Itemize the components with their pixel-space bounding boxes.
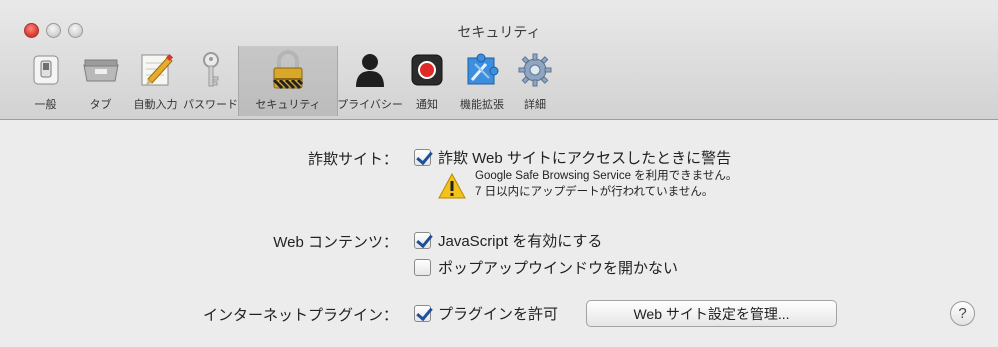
- tab-tabs-label: タブ: [89, 99, 112, 111]
- fraud-sites-label: 詐欺サイト：: [307, 151, 398, 168]
- preferences-toolbar: 一般 タブ 自動入力 パスワード セキュリティ プライバシー 通知 機能拡張 詳…: [18, 46, 558, 118]
- warning-triangle-icon: [438, 172, 466, 199]
- tab-security[interactable]: セキュリティ: [238, 46, 338, 116]
- safe-browsing-warning-line2: 7 日以内にアップデートが行われていません。: [475, 186, 714, 198]
- tab-extensions-label: 機能拡張: [460, 99, 504, 111]
- allow-plugins-checkbox[interactable]: [414, 305, 431, 322]
- tabs-icon: [81, 50, 121, 90]
- tab-autofill-label: 自動入力: [133, 99, 178, 111]
- gear-icon: [515, 50, 555, 90]
- block-popups-checkbox[interactable]: [414, 259, 431, 276]
- block-popups-option[interactable]: ポップアップウインドウを開かない: [438, 257, 678, 278]
- manage-website-settings-button[interactable]: Web サイト設定を管理...: [586, 300, 837, 327]
- tab-autofill[interactable]: 自動入力: [128, 46, 183, 116]
- window-title: セキュリティ: [457, 24, 541, 40]
- tab-passwords[interactable]: パスワード: [183, 46, 238, 116]
- help-button[interactable]: ?: [950, 301, 975, 326]
- safe-browsing-warning-line1: Google Safe Browsing Service を利用できません。: [475, 170, 738, 182]
- switch-icon: [26, 50, 66, 90]
- tab-privacy[interactable]: プライバシー: [337, 46, 403, 116]
- preferences-window: セキュリティ 一般 タブ 自動入力 パスワード セキュリティ プライバシー 通知…: [0, 0, 998, 347]
- fraud-warning-checkbox[interactable]: [414, 149, 431, 166]
- javascript-option[interactable]: JavaScript を有効にする: [438, 230, 602, 251]
- tab-passwords-label: パスワード: [183, 99, 238, 111]
- tab-advanced-label: 詳細: [524, 99, 546, 111]
- window-chrome: セキュリティ 一般 タブ 自動入力 パスワード セキュリティ プライバシー 通知…: [0, 0, 998, 120]
- web-content-label: Web コンテンツ：: [273, 234, 398, 251]
- autofill-pencil-icon: [136, 50, 176, 90]
- tab-tabs[interactable]: タブ: [73, 46, 128, 116]
- tab-notifications[interactable]: 通知: [402, 46, 452, 116]
- internet-plugins-label: インターネットプラグイン：: [202, 307, 398, 324]
- allow-plugins-option[interactable]: プラグインを許可: [438, 303, 558, 324]
- tab-extensions[interactable]: 機能拡張: [452, 46, 512, 116]
- tab-notifications-label: 通知: [416, 99, 438, 111]
- padlock-icon: [268, 50, 308, 90]
- tab-general[interactable]: 一般: [18, 46, 73, 116]
- tab-general-label: 一般: [34, 99, 57, 111]
- tab-privacy-label: プライバシー: [337, 99, 403, 111]
- tab-advanced[interactable]: 詳細: [512, 46, 558, 116]
- security-pane: 詐欺サイト： 詐欺 Web サイトにアクセスしたときに警告 Google Saf…: [0, 121, 998, 347]
- title-bar: セキュリティ: [0, 0, 998, 44]
- key-icon: [191, 50, 231, 90]
- javascript-checkbox[interactable]: [414, 232, 431, 249]
- fraud-warning-option[interactable]: 詐欺 Web サイトにアクセスしたときに警告: [438, 147, 731, 168]
- puzzle-extension-icon: [462, 50, 502, 90]
- person-silhouette-icon: [350, 50, 390, 90]
- notification-icon: [407, 50, 447, 90]
- tab-security-label: セキュリティ: [255, 99, 321, 111]
